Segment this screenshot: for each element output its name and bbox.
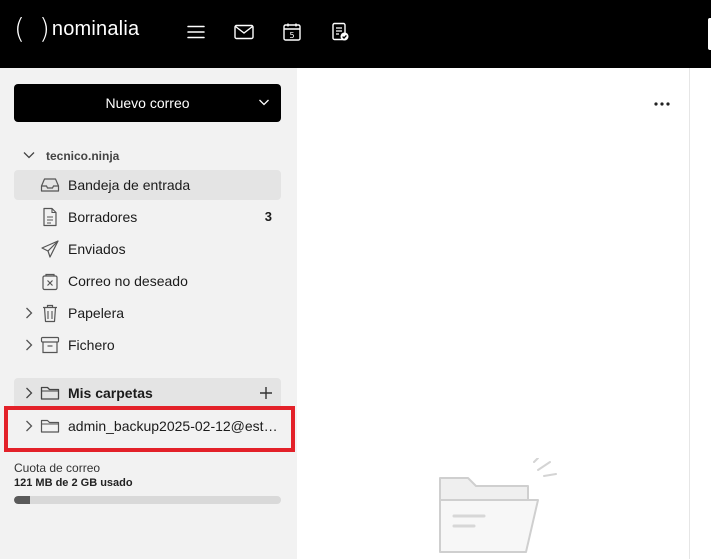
folder-label: admin_backup2025-02-12@estilosdecocina.e… xyxy=(68,418,278,434)
nominalia-logo[interactable]: ( ) nominalia xyxy=(14,14,139,44)
unread-count: 3 xyxy=(264,209,272,224)
mail-quota: Cuota de correo 121 MB de 2 GB usado xyxy=(14,461,281,504)
logo-mark-close: ) xyxy=(38,12,50,45)
chevron-right-icon[interactable] xyxy=(22,306,36,323)
custom-folder-item[interactable]: admin_backup2025-02-12@estilosdecocina.e… xyxy=(14,411,281,443)
folder-archive[interactable]: Fichero xyxy=(14,330,281,360)
calendar-icon[interactable]: 5 xyxy=(280,20,304,44)
folder-sent[interactable]: Enviados xyxy=(14,234,281,264)
top-bar: ( ) nominalia 5 xyxy=(0,0,711,68)
chevron-down-icon[interactable] xyxy=(22,148,36,165)
mail-icon[interactable] xyxy=(232,20,256,44)
calendar-day: 5 xyxy=(289,31,294,40)
chevron-down-icon[interactable] xyxy=(257,95,271,112)
right-panel-edge xyxy=(689,68,711,559)
folder-label: Fichero xyxy=(68,337,115,353)
folder-sidebar: Nuevo correo tecnico.ninja Bandeja de en… xyxy=(0,68,297,559)
folder-trash[interactable]: Papelera xyxy=(14,298,281,328)
folder-icon xyxy=(40,383,60,403)
empty-folder-illustration xyxy=(434,457,560,559)
folder-junk[interactable]: Correo no deseado xyxy=(14,266,281,296)
send-icon xyxy=(40,239,60,259)
quota-usage: 121 MB de 2 GB usado xyxy=(14,477,133,489)
brand-name: nominalia xyxy=(51,18,140,40)
quota-title: Cuota de correo xyxy=(14,461,101,475)
add-folder-icon[interactable] xyxy=(259,386,273,403)
chevron-right-icon[interactable] xyxy=(22,386,36,403)
folder-label: Bandeja de entrada xyxy=(68,177,191,193)
menu-icon[interactable] xyxy=(184,20,208,44)
my-folders-label: Mis carpetas xyxy=(68,385,153,401)
quota-bar xyxy=(14,496,281,504)
junk-icon xyxy=(40,271,60,291)
logo-mark: ( xyxy=(14,12,25,45)
quota-bar-fill xyxy=(14,496,31,504)
new-mail-button[interactable]: Nuevo correo xyxy=(14,84,281,122)
chevron-right-icon[interactable] xyxy=(22,419,36,436)
folder-label: Borradores xyxy=(68,209,138,225)
new-mail-label: Nuevo correo xyxy=(105,95,190,111)
folder-icon xyxy=(40,416,60,436)
folder-inbox[interactable]: Bandeja de entrada xyxy=(14,170,281,200)
trash-icon xyxy=(40,303,60,323)
folder-label: Correo no deseado xyxy=(68,273,188,289)
chevron-right-icon[interactable] xyxy=(22,338,36,355)
inbox-icon xyxy=(40,175,60,195)
archive-icon xyxy=(40,335,60,355)
draft-icon xyxy=(40,207,60,227)
folder-drafts[interactable]: Borradores 3 xyxy=(14,202,281,232)
folder-label: Enviados xyxy=(68,241,126,257)
reading-pane xyxy=(298,68,689,559)
account-header[interactable]: tecnico.ninja xyxy=(22,148,119,164)
folder-label: Papelera xyxy=(68,305,125,321)
tasks-icon[interactable] xyxy=(328,20,352,44)
account-name: tecnico.ninja xyxy=(46,149,120,163)
more-options-icon[interactable] xyxy=(650,92,674,116)
